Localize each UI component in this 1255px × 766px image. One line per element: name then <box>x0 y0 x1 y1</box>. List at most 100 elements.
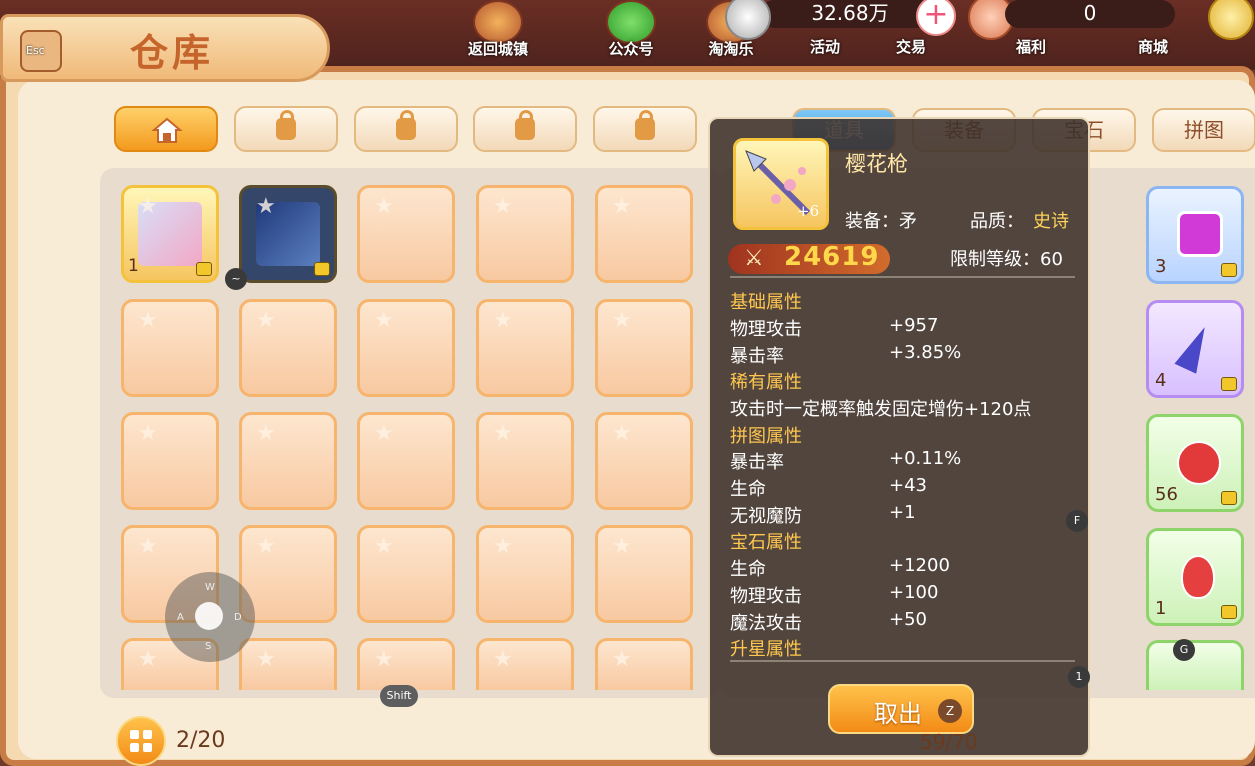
attr-value: +957 <box>889 315 939 336</box>
storage-slot[interactable] <box>476 412 574 510</box>
attr-value: +100 <box>889 582 939 603</box>
attr-name: 魔法攻击 <box>730 613 802 634</box>
tab-storage-home[interactable] <box>114 106 218 152</box>
grid-icon <box>130 730 152 752</box>
storage-slot[interactable] <box>476 638 574 690</box>
storage-slot[interactable] <box>357 525 455 623</box>
inventory-capacity: 59/70 <box>920 730 978 754</box>
gold-coin-icon <box>1208 0 1254 40</box>
attr-name: 生命 <box>730 479 766 500</box>
rare-attr-text: 攻击时一定概率触发固定增伤+120点 <box>730 399 1032 420</box>
attr-value: +50 <box>889 609 927 630</box>
storage-slot[interactable] <box>476 525 574 623</box>
shift-key-badge: Shift <box>380 685 418 707</box>
gold-display: 0 <box>1005 0 1175 28</box>
attr-name: 物理攻击 <box>730 319 802 340</box>
lock-icon <box>314 262 330 276</box>
return-town-button[interactable]: 返回城镇 <box>463 0 533 60</box>
lock-icon <box>1221 377 1237 391</box>
quality-label: 品质： <box>970 211 1024 232</box>
slot-count: 1 <box>128 256 139 276</box>
item-name: 樱花枪 <box>845 152 908 176</box>
storage-slot[interactable] <box>357 638 455 690</box>
section-title: 稀有属性 <box>730 372 802 393</box>
tab-storage-2[interactable] <box>234 106 338 152</box>
lock-icon <box>515 110 535 140</box>
silver-display: 32.68万 <box>760 0 940 28</box>
inventory-slot[interactable]: 4 <box>1146 300 1244 398</box>
storage-slot[interactable] <box>595 412 693 510</box>
storage-slot[interactable]: 1 <box>121 185 219 283</box>
attr-name: 物理攻击 <box>730 586 802 607</box>
joystick-a: A <box>177 612 184 623</box>
crystal-shard-icon <box>1174 322 1215 374</box>
tab-puzzle[interactable]: 拼图 <box>1152 108 1255 152</box>
inventory-slot[interactable] <box>1146 640 1244 690</box>
lock-icon <box>1221 605 1237 619</box>
joystick-w: W <box>205 582 215 593</box>
storage-slot[interactable] <box>357 185 455 283</box>
section-title: 升星属性 <box>730 639 802 660</box>
joystick-d: D <box>234 612 242 623</box>
storage-slot[interactable] <box>476 185 574 283</box>
attr-value: +1200 <box>889 555 950 576</box>
storage-slot[interactable] <box>595 638 693 690</box>
quality-value: 史诗 <box>1033 211 1069 232</box>
storage-slot[interactable] <box>239 412 337 510</box>
g-key-badge: G <box>1173 639 1195 661</box>
attr-name: 无视魔防 <box>730 506 802 527</box>
tab-storage-4[interactable] <box>473 106 577 152</box>
lock-icon <box>196 262 212 276</box>
key-1-badge: 1 <box>1068 666 1090 688</box>
storage-slot[interactable] <box>121 412 219 510</box>
red-potion-icon <box>1177 441 1221 485</box>
tab-storage-5[interactable] <box>593 106 697 152</box>
mall-button[interactable]: 商城 <box>1118 36 1188 66</box>
lock-icon <box>396 110 416 140</box>
attr-name: 暴击率 <box>730 346 784 367</box>
activity-button[interactable]: 活动 <box>790 36 860 66</box>
lock-icon <box>1221 491 1237 505</box>
section-title: 拼图属性 <box>730 426 802 447</box>
attr-value: +0.11% <box>889 448 962 469</box>
add-currency-button[interactable]: + <box>916 0 956 36</box>
crossed-swords-icon: ⚔ <box>744 246 764 271</box>
inventory-slot[interactable]: 3 <box>1146 186 1244 284</box>
page-title: 仓库 <box>130 30 215 75</box>
tab-storage-3[interactable] <box>354 106 458 152</box>
storage-slot[interactable] <box>357 412 455 510</box>
divider <box>730 660 1075 662</box>
storage-slot[interactable] <box>239 638 337 690</box>
dark-armor-icon <box>256 202 320 266</box>
attr-value: +3.85% <box>889 342 962 363</box>
f-key-badge: F <box>1066 510 1088 532</box>
enhance-level: +6 <box>797 202 820 220</box>
storage-capacity: 2/20 <box>176 728 226 753</box>
level-requirement: 限制等级：60 <box>950 249 1063 270</box>
storage-slot[interactable] <box>239 299 337 397</box>
joystick-s: S <box>205 641 212 652</box>
gem-box-icon <box>1177 211 1223 257</box>
divider <box>730 276 1075 278</box>
attr-name: 暴击率 <box>730 452 784 473</box>
home-icon <box>151 117 183 143</box>
storage-slot[interactable] <box>357 299 455 397</box>
power-value: 24619 <box>784 242 880 272</box>
wechat-button[interactable]: 公众号 <box>596 0 666 60</box>
joystick-knob[interactable] <box>195 602 223 630</box>
lock-icon <box>276 110 296 140</box>
esc-key-label: Esc <box>26 44 45 57</box>
inventory-slot[interactable]: 56 <box>1146 414 1244 512</box>
trade-button[interactable]: 交易 <box>876 36 946 66</box>
storage-slot[interactable] <box>595 525 693 623</box>
attr-value: +43 <box>889 475 927 496</box>
storage-slot[interactable] <box>239 185 337 283</box>
section-title: 宝石属性 <box>730 532 802 553</box>
welfare-button[interactable]: 福利 <box>996 36 1066 66</box>
storage-slot[interactable] <box>595 299 693 397</box>
attr-name: 生命 <box>730 559 766 580</box>
storage-slot[interactable] <box>121 299 219 397</box>
inventory-slot[interactable]: 1 <box>1146 528 1244 626</box>
storage-slot[interactable] <box>595 185 693 283</box>
storage-slot[interactable] <box>476 299 574 397</box>
